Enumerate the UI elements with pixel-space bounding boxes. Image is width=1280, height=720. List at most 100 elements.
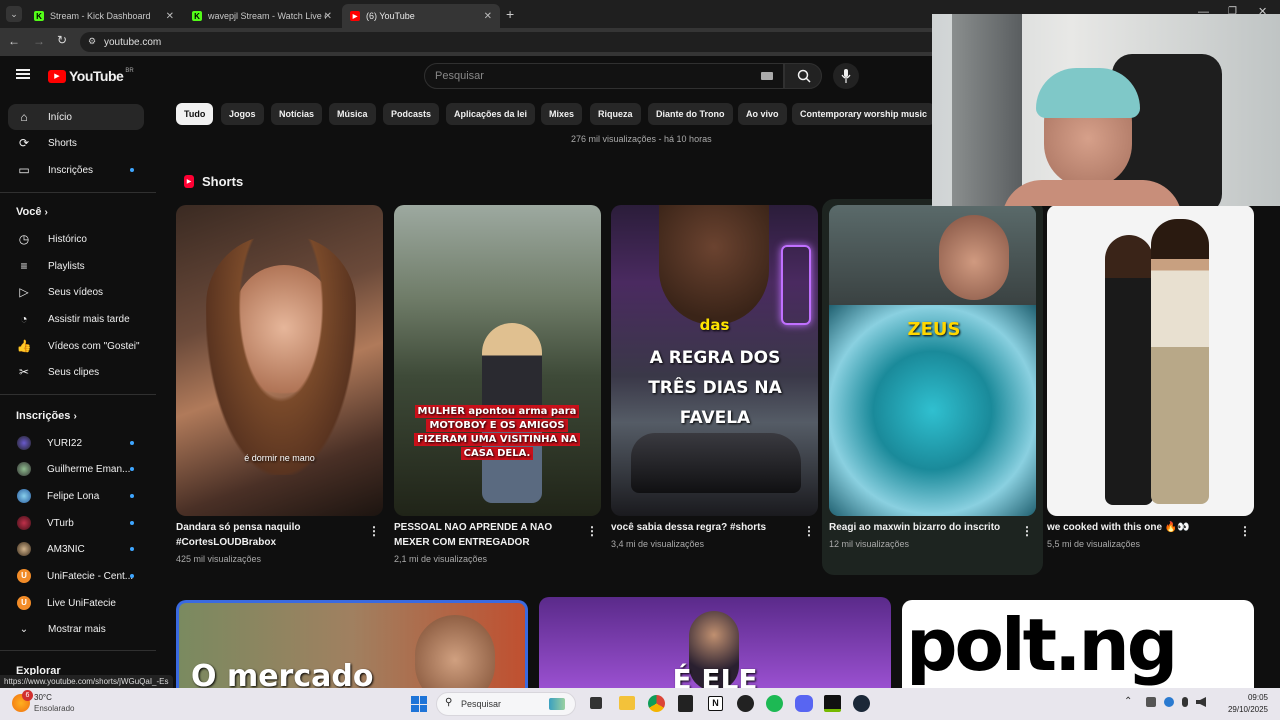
- short-thumbnail[interactable]: é dormir ne mano: [176, 205, 383, 516]
- chip-games[interactable]: Jogos: [221, 103, 264, 125]
- reload-icon[interactable]: ↻: [57, 33, 67, 47]
- subscription-item[interactable]: U Live UniFatecie: [8, 590, 144, 616]
- short-thumbnail[interactable]: MULHER apontou arma para MOTOBOY E OS AM…: [394, 205, 601, 516]
- network-icon: [1146, 697, 1156, 707]
- obs-icon[interactable]: [737, 695, 754, 712]
- short-thumbnail[interactable]: das A REGRA DOS TRÊS DIAS NA FAVELA: [611, 205, 818, 516]
- more-options-icon[interactable]: ⋮: [368, 524, 380, 538]
- shoulders: [1002, 180, 1182, 206]
- sidebar-item-shorts[interactable]: ⟳ Shorts: [8, 130, 144, 156]
- more-options-icon[interactable]: ⋮: [803, 524, 815, 538]
- forward-icon[interactable]: →: [33, 34, 45, 48]
- weather-widget[interactable]: 6 30°C Ensolarado: [10, 690, 100, 716]
- search-button[interactable]: [784, 63, 822, 89]
- site-info-icon[interactable]: ⚙: [88, 36, 96, 47]
- subscription-item[interactable]: U UniFatecie - Cent...: [8, 563, 144, 589]
- clock-date[interactable]: 29/10/2025: [1210, 705, 1268, 714]
- divider: [0, 394, 156, 395]
- new-content-dot: [130, 547, 134, 551]
- short-thumbnail[interactable]: ZEUS: [829, 205, 1036, 516]
- beanie: [1036, 68, 1140, 118]
- steam-icon[interactable]: [853, 695, 870, 712]
- chip-all[interactable]: Tudo: [176, 103, 214, 125]
- sidebar-item-subscriptions[interactable]: ▭ Inscrições: [8, 157, 144, 183]
- chip-mixes[interactable]: Mixes: [541, 103, 583, 125]
- channel-name: Guilherme Eman...: [47, 463, 131, 475]
- subscription-item[interactable]: VTurb: [8, 510, 144, 536]
- more-options-icon[interactable]: ⋮: [1021, 524, 1033, 538]
- close-icon[interactable]: ✕: [484, 11, 492, 22]
- tray-chevron-up-icon[interactable]: ⌃: [1124, 696, 1132, 707]
- voice-search-button[interactable]: [833, 63, 859, 89]
- spotify-icon[interactable]: [766, 695, 783, 712]
- task-view-icon[interactable]: [590, 697, 602, 709]
- discord-icon[interactable]: [795, 695, 813, 712]
- close-icon[interactable]: ✕: [166, 11, 174, 22]
- epic-games-icon[interactable]: [678, 695, 693, 712]
- tab-kick-dashboard[interactable]: K Stream - Kick Dashboard ✕: [26, 4, 182, 28]
- chip-worship-music[interactable]: Contemporary worship music: [792, 103, 936, 125]
- sidebar-item-your-videos[interactable]: ▷ Seus vídeos: [8, 279, 144, 305]
- more-options-icon[interactable]: ⋮: [1239, 524, 1251, 538]
- keyboard-icon[interactable]: [761, 72, 773, 80]
- back-icon[interactable]: ←: [8, 34, 20, 48]
- sidebar-item-playlists[interactable]: ≡ Playlists: [8, 253, 144, 279]
- sidebar-item-liked-videos[interactable]: 👍 Vídeos com "Gostei": [8, 333, 144, 359]
- channel-avatar: [17, 436, 31, 450]
- more-options-icon[interactable]: ⋮: [586, 524, 598, 538]
- short-title[interactable]: Dandara só pensa naquilo #CortesLOUDBrab…: [176, 520, 361, 550]
- channel-avatar: [17, 516, 31, 530]
- you-heading[interactable]: Você ›: [16, 206, 48, 218]
- chrome-icon[interactable]: [648, 695, 665, 712]
- taskbar-search[interactable]: ⚲ Pesquisar: [436, 692, 576, 716]
- chip-news[interactable]: Notícias: [271, 103, 323, 125]
- webcam-overlay: [932, 14, 1280, 206]
- tab-youtube[interactable]: ▶ (6) YouTube ✕: [342, 4, 500, 28]
- show-more-button[interactable]: ⌄ Mostrar mais: [8, 616, 144, 642]
- video-thumbnail[interactable]: polt.ng: [902, 600, 1254, 688]
- start-button[interactable]: [411, 696, 427, 712]
- close-icon[interactable]: ✕: [324, 11, 332, 22]
- notion-icon[interactable]: N: [708, 696, 723, 711]
- sidebar-item-home[interactable]: ⌂ Início: [8, 104, 144, 130]
- chip-law-enforcement[interactable]: Aplicações da lei: [446, 103, 536, 125]
- tab-search-icon[interactable]: ⌄: [6, 6, 22, 22]
- sidebar-item-watch-later[interactable]: ◔ Assistir mais tarde: [8, 306, 144, 332]
- tab-kick-stream[interactable]: K wavepjl Stream - Watch Live on ✕: [184, 4, 340, 28]
- search-box[interactable]: Pesquisar: [424, 63, 784, 89]
- weather-badge: 6: [22, 690, 33, 701]
- sidebar-item-your-clips[interactable]: ✂ Seus clipes: [8, 359, 144, 385]
- video-thumbnail[interactable]: É ELE: [539, 597, 891, 688]
- chip-music[interactable]: Música: [329, 103, 376, 125]
- short-title[interactable]: você sabia dessa regra? #shorts: [611, 520, 796, 535]
- short-title[interactable]: Reagi ao maxwin bizarro do inscrito: [829, 520, 1014, 535]
- sidebar-item-history[interactable]: ◷ Histórico: [8, 226, 144, 252]
- subscription-item[interactable]: Guilherme Eman...: [8, 456, 144, 482]
- address-bar[interactable]: ⚙ youtube.com: [80, 32, 940, 52]
- subscription-item[interactable]: Felipe Lona: [8, 483, 144, 509]
- short-title[interactable]: PESSOAL NAO APRENDE A NAO MEXER COM ENTR…: [394, 520, 579, 550]
- subscriptions-heading[interactable]: Inscrições ›: [16, 410, 77, 422]
- subscription-item[interactable]: AM3NIC: [8, 536, 144, 562]
- menu-icon[interactable]: [16, 69, 30, 79]
- chip-live[interactable]: Ao vivo: [738, 103, 787, 125]
- channel-name: VTurb: [47, 517, 74, 529]
- file-explorer-icon[interactable]: [619, 696, 635, 710]
- subscription-item[interactable]: YURI22: [8, 430, 144, 456]
- chip-podcasts[interactable]: Podcasts: [383, 103, 440, 125]
- tray-icons[interactable]: [1146, 697, 1206, 709]
- search-icon: [797, 69, 811, 83]
- youtube-logo[interactable]: ▶ YouTube BR: [48, 68, 134, 84]
- chip-wealth[interactable]: Riqueza: [590, 103, 641, 125]
- short-title[interactable]: we cooked with this one 🔥👀: [1047, 520, 1232, 535]
- chip-diante-do-trono[interactable]: Diante do Trono: [648, 103, 733, 125]
- short-thumbnail[interactable]: [1047, 205, 1254, 516]
- new-tab-button[interactable]: +: [506, 6, 514, 22]
- video-thumbnail[interactable]: O mercado: [176, 600, 528, 688]
- search-icon: ⚲: [445, 697, 453, 708]
- sidebar-item-label: Início: [48, 111, 72, 123]
- weather-temp: 30°C: [34, 693, 52, 702]
- nvidia-icon[interactable]: [824, 695, 841, 712]
- clock-time[interactable]: 09:05: [1220, 693, 1268, 702]
- channel-name: AM3NIC: [47, 543, 85, 555]
